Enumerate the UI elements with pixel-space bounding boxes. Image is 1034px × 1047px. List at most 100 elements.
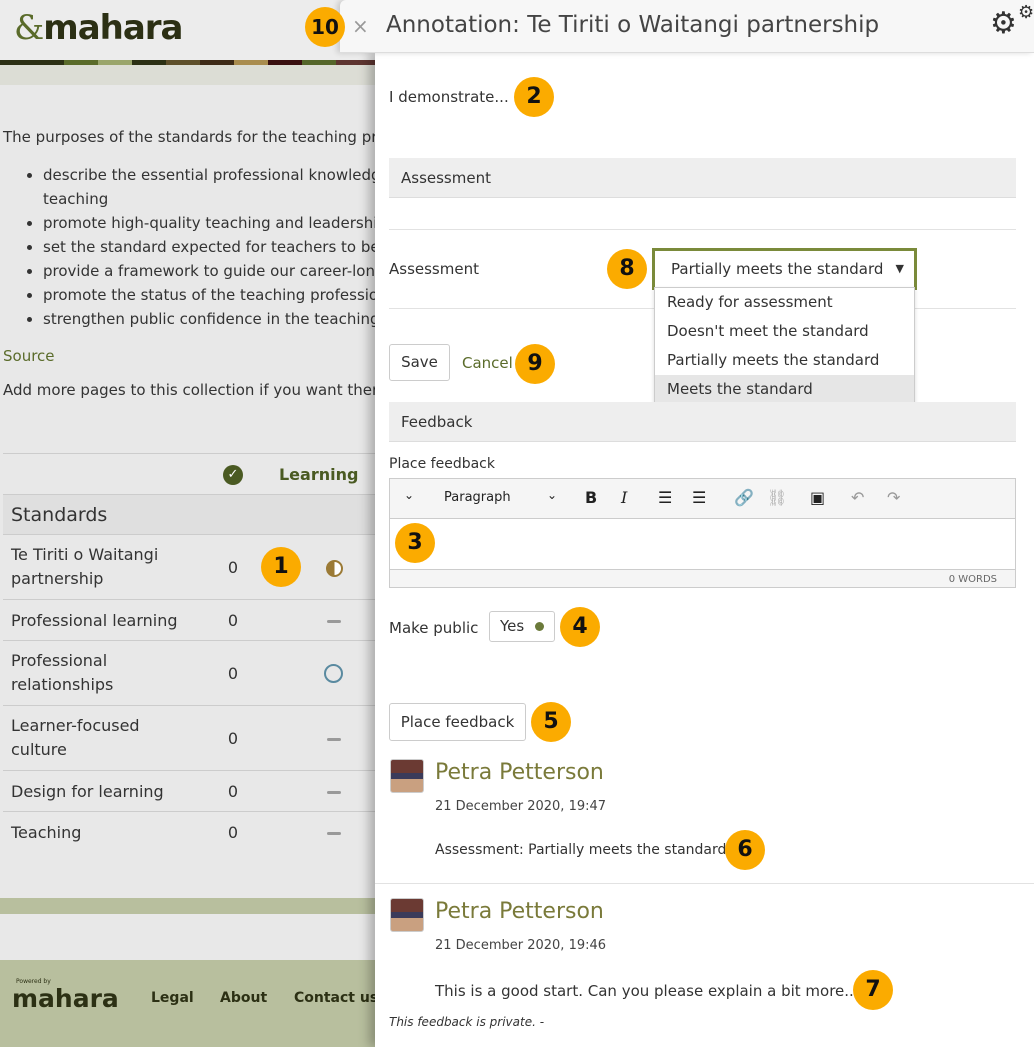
callout-badge-1: 1 — [261, 547, 301, 587]
list-item: set the standard expected for teachers t… — [43, 235, 385, 259]
mahara-logo[interactable]: &mahara — [14, 8, 184, 48]
place-feedback-button[interactable]: Place feedback — [389, 703, 526, 741]
footer-band — [0, 898, 380, 914]
feedback-text: Assessment: Partially meets the standard — [435, 842, 744, 858]
word-count: 0 WORDS — [948, 574, 997, 585]
make-public-label: Make public — [389, 619, 479, 637]
list-item: provide a framework to guide our career-… — [43, 259, 385, 283]
assessment-section-header: Assessment — [389, 158, 1016, 198]
row-count: 0 — [203, 640, 263, 706]
intro-text: The purposes of the standards for the te… — [3, 128, 378, 146]
feedback-editor[interactable]: ⌄ Paragraph ⌄ B I ☰ ☰ 🔗 ⛓ ▣ ↶ ↷ 0 WORDS — [389, 478, 1016, 588]
table-row: Learner-focused culture 0 — [3, 705, 375, 771]
feedback-text: This is a good start. Can you please exp… — [435, 982, 859, 1000]
feedback-date: 21 December 2020, 19:46 — [435, 938, 607, 953]
bold-icon[interactable]: B — [585, 488, 597, 507]
column-learning[interactable]: Learning — [262, 453, 375, 495]
private-note: This feedback is private. - — [389, 1015, 545, 1029]
row-label: Learner-focused culture — [3, 705, 204, 771]
row-count: 0 — [203, 705, 263, 771]
assessment-label: Assessment — [389, 260, 479, 278]
footer-link-contact[interactable]: Contact us — [294, 990, 378, 1006]
category-standards: Standards — [3, 494, 375, 535]
dash-icon — [327, 831, 341, 835]
avatar[interactable] — [390, 898, 424, 932]
image-icon[interactable]: ▣ — [810, 488, 825, 507]
assessment-dropdown: Ready for assessment Doesn't meet the st… — [654, 287, 915, 405]
statement-text: I demonstrate... — [389, 88, 509, 106]
list-item: promote the status of the teaching profe… — [43, 283, 385, 307]
footer-link-legal[interactable]: Legal — [151, 990, 194, 1006]
gear-icon[interactable]: ⚙ — [990, 6, 1017, 41]
callout-badge-10: 10 — [305, 7, 345, 47]
place-feedback-label: Place feedback — [389, 456, 495, 472]
cancel-link[interactable]: Cancel — [462, 354, 513, 372]
row-count: 0 — [203, 599, 263, 641]
ready-for-assessment-icon[interactable] — [324, 664, 343, 683]
assessment-select[interactable]: Partially meets the standard ▼ — [652, 248, 917, 290]
divider — [389, 229, 1016, 230]
list-item: describe the essential professional know… — [43, 163, 385, 187]
toggle-dot-icon — [535, 622, 544, 631]
unlink-icon[interactable]: ⛓ — [767, 488, 787, 507]
dash-icon — [327, 737, 341, 741]
callout-badge-6: 6 — [725, 830, 765, 870]
list-item: promote high-quality teaching and leader… — [43, 211, 385, 235]
row-count: 0 — [203, 811, 263, 853]
header-band — [0, 65, 380, 85]
source-link[interactable]: Source — [3, 347, 55, 365]
row-label: Teaching — [3, 811, 204, 853]
option-ready[interactable]: Ready for assessment — [655, 288, 914, 317]
italic-icon[interactable]: I — [621, 488, 627, 507]
modal-title: Annotation: Te Tiriti o Waitangi partner… — [386, 12, 880, 38]
callout-badge-9: 9 — [515, 344, 555, 384]
option-meets[interactable]: Meets the standard — [655, 375, 914, 404]
save-button[interactable]: Save — [389, 344, 450, 381]
callout-badge-2: 2 — [514, 77, 554, 117]
close-icon[interactable]: × — [352, 14, 369, 38]
option-partially-meets[interactable]: Partially meets the standard — [655, 346, 914, 375]
feedback-author[interactable]: Petra Petterson — [435, 899, 604, 924]
option-doesnt-meet[interactable]: Doesn't meet the standard — [655, 317, 914, 346]
redo-icon[interactable]: ↷ — [887, 488, 900, 507]
standards-matrix: ✓ Learning Standards Te Tiriti o Waitangi… — [3, 453, 375, 853]
feedback-date: 21 December 2020, 19:47 — [435, 799, 607, 814]
toggle-value: Yes — [500, 617, 525, 635]
chevron-down-icon[interactable]: ⌄ — [547, 488, 557, 502]
avatar[interactable] — [390, 759, 424, 793]
row-label: Professional learning — [3, 599, 204, 641]
gear-small-icon: ⚙ — [1018, 2, 1034, 23]
toolbar-toggle-icon[interactable]: ⌄ — [404, 488, 414, 502]
partially-meets-icon[interactable] — [326, 559, 343, 577]
feedback-author[interactable]: Petra Petterson — [435, 760, 604, 785]
feedback-section-header: Feedback — [389, 402, 1016, 442]
row-count: 0 — [203, 770, 263, 812]
link-icon[interactable]: 🔗 — [734, 488, 754, 507]
make-public-toggle[interactable]: Yes — [489, 611, 555, 642]
bullet-list-icon[interactable]: ☰ — [658, 488, 672, 507]
dash-icon — [327, 619, 341, 623]
table-row: Design for learning 0 — [3, 770, 375, 812]
list-item: teaching — [43, 190, 109, 208]
table-row: Professional relationships 0 — [3, 640, 375, 706]
caret-down-icon: ▼ — [895, 262, 904, 275]
editor-statusbar: 0 WORDS — [390, 569, 1015, 587]
assessment-selected-value: Partially meets the standard — [671, 260, 884, 278]
table-row: Te Tiriti o Waitangi partnership 0 — [3, 534, 375, 600]
callout-badge-7: 7 — [853, 970, 893, 1010]
list-item: strengthen public confidence in the teac… — [43, 307, 385, 331]
block-format-select[interactable]: Paragraph — [444, 490, 511, 505]
check-circle-icon: ✓ — [222, 465, 243, 485]
callout-badge-4: 4 — [560, 607, 600, 647]
powered-by-mahara-logo[interactable]: Powered by mahara — [2, 978, 119, 1013]
footer-link-about[interactable]: About — [220, 990, 267, 1006]
divider — [375, 883, 1034, 884]
editor-toolbar: ⌄ Paragraph ⌄ B I ☰ ☰ 🔗 ⛓ ▣ ↶ ↷ — [390, 479, 1015, 519]
row-count: 0 — [203, 534, 263, 600]
numbered-list-icon[interactable]: ☰ — [692, 488, 706, 507]
row-label: Design for learning — [3, 770, 204, 812]
dash-icon — [327, 790, 341, 794]
undo-icon[interactable]: ↶ — [851, 488, 864, 507]
callout-badge-8: 8 — [607, 249, 647, 289]
purposes-list: describe the essential professional know… — [25, 163, 385, 331]
